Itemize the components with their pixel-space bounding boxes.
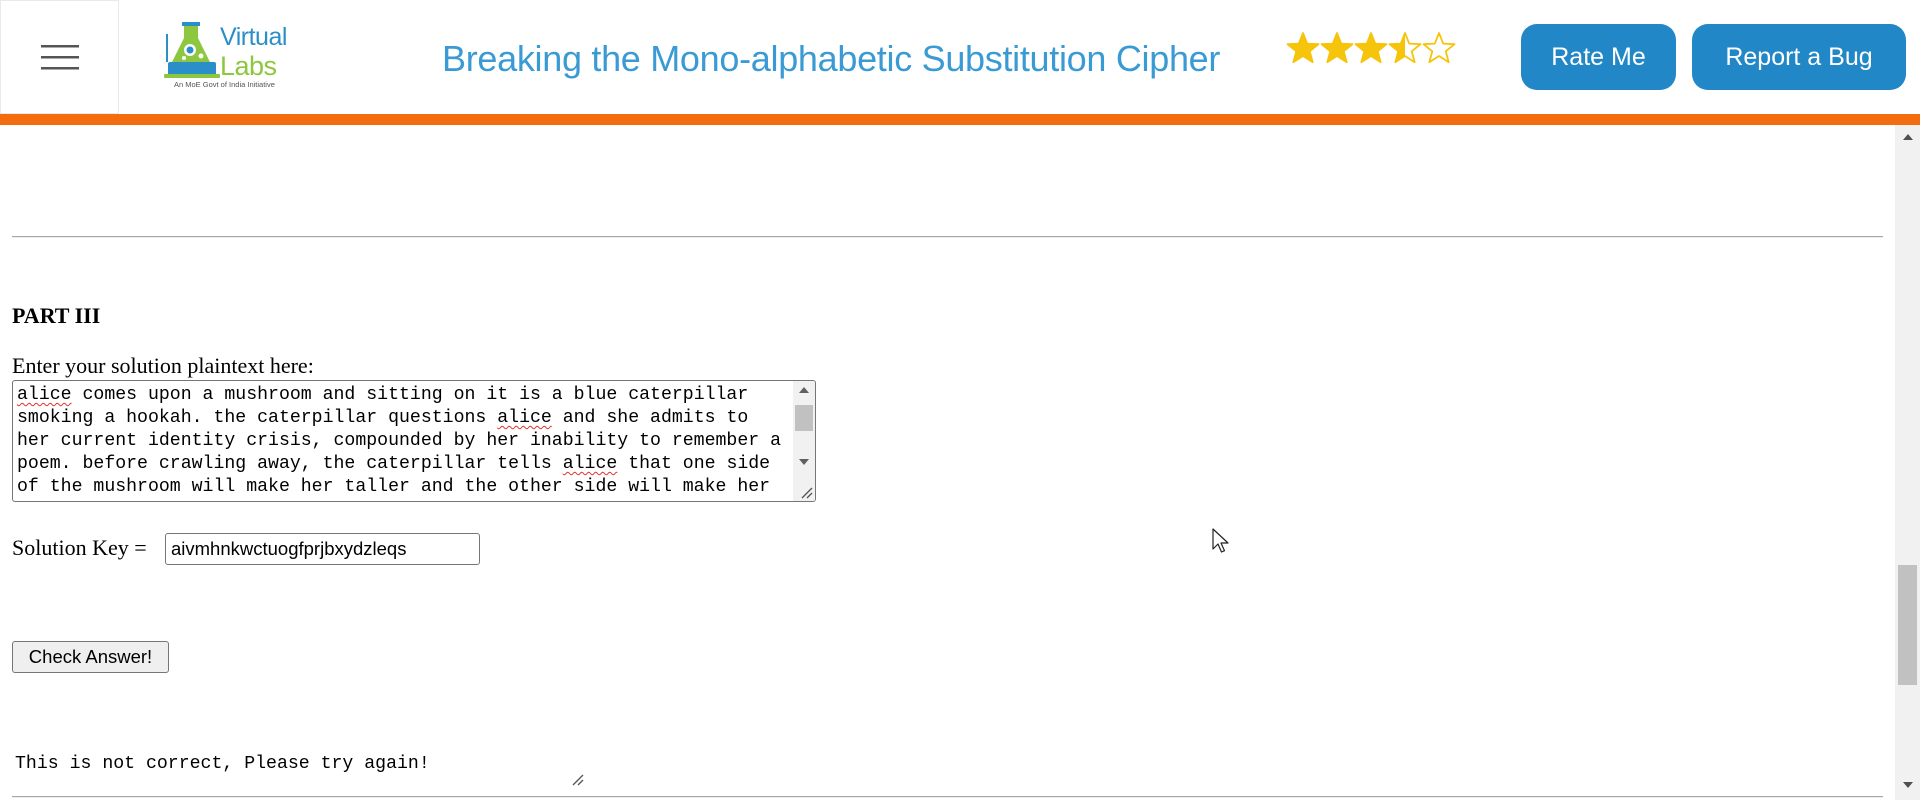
text-segment: and she admits to [551, 408, 749, 428]
solution-line: smoking a hookah. the caterpillar questi… [17, 407, 792, 430]
solution-prompt-label: Enter your solution plaintext here: [12, 353, 314, 378]
hamburger-menu-icon [40, 45, 79, 70]
scroll-down-arrow-icon[interactable] [799, 459, 809, 465]
textarea-scrollbar[interactable] [793, 381, 815, 501]
check-answer-button[interactable]: Check Answer! [12, 641, 169, 673]
rate-me-button[interactable]: Rate Me [1521, 24, 1676, 90]
solution-line: alice comes upon a mushroom and sitting … [17, 384, 792, 407]
page-scrollbar[interactable] [1895, 125, 1920, 800]
misspelled-word: alice [497, 408, 552, 428]
part-heading: PART III [12, 303, 101, 328]
solution-key-label: Solution Key = [12, 535, 147, 560]
star-icon[interactable] [1320, 30, 1354, 70]
main-content: PART III Enter your solution plaintext h… [0, 125, 1900, 800]
result-output-textarea[interactable]: This is not correct, Please try again! [12, 745, 596, 793]
menu-button[interactable] [0, 0, 119, 114]
text-segment: comes upon a mushroom and sitting on it … [71, 385, 749, 405]
misspelled-word: alice [562, 454, 618, 474]
logo-text-virtual: Virtual [220, 23, 287, 51]
star-icon[interactable] [1388, 30, 1422, 70]
solution-line: her current identity crisis, compounded … [17, 430, 792, 453]
result-message: This is not correct, Please try again! [15, 754, 430, 774]
misspelled-word: alice [17, 385, 72, 405]
page-title: Breaking the Mono-alphabetic Substitutio… [442, 38, 1221, 79]
text-segment: of the mushroom will make her taller and… [17, 477, 771, 497]
virtual-labs-logo[interactable]: Virtual Labs An MoE Govt of India Initia… [164, 16, 304, 94]
solution-line: poem. before crawling away, the caterpil… [17, 453, 792, 476]
logo-tagline: An MoE Govt of India Initiative [174, 80, 275, 89]
rating-stars[interactable] [1286, 30, 1456, 70]
solution-plaintext-textarea[interactable]: alice comes upon a mushroom and sitting … [12, 380, 816, 502]
scroll-up-arrow-icon[interactable] [799, 387, 809, 393]
resize-grip-icon[interactable] [799, 485, 813, 499]
report-bug-button[interactable]: Report a Bug [1692, 24, 1906, 90]
solution-key-input[interactable] [165, 533, 480, 565]
solution-line: of the mushroom will make her taller and… [17, 476, 792, 499]
site-header: Virtual Labs An MoE Govt of India Initia… [0, 0, 1920, 114]
solution-plaintext-content: alice comes upon a mushroom and sitting … [17, 384, 792, 499]
text-segment: poem. before crawling away, the caterpil… [17, 454, 563, 474]
text-segment: that one side [617, 454, 771, 474]
page-scroll-thumb[interactable] [1898, 565, 1917, 685]
flask-logo-icon [164, 22, 220, 78]
text-segment: her current identity crisis, compounded … [17, 431, 781, 451]
resize-grip-icon[interactable] [570, 772, 584, 786]
mouse-cursor-icon [1212, 528, 1229, 553]
scroll-thumb[interactable] [795, 405, 813, 431]
page-scroll-down-arrow-icon[interactable] [1903, 782, 1913, 788]
page-scroll-up-arrow-icon[interactable] [1903, 134, 1913, 140]
header-accent-bar [0, 114, 1920, 125]
logo-text-labs: Labs [220, 51, 277, 81]
star-icon[interactable] [1422, 30, 1456, 70]
star-icon[interactable] [1286, 30, 1320, 70]
text-segment: smoking a hookah. the caterpillar questi… [17, 408, 498, 428]
divider [12, 236, 1883, 238]
divider [12, 796, 1883, 798]
star-icon[interactable] [1354, 30, 1388, 70]
